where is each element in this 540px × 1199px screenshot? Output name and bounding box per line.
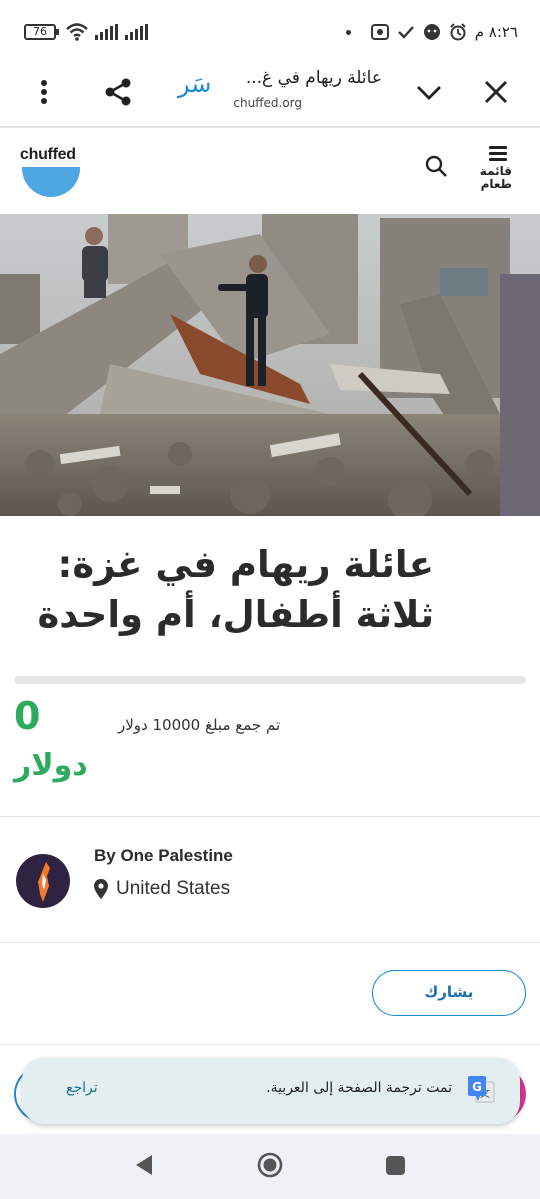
close-icon[interactable]	[482, 78, 510, 106]
translate-message: تمت ترجمة الصفحة إلى العربية.	[266, 1080, 452, 1096]
rubble-scene-image	[0, 214, 540, 516]
app-notification-icon	[423, 24, 440, 40]
raised-amount: 0	[14, 694, 41, 738]
chevron-down-icon[interactable]	[414, 78, 444, 106]
nav-home-icon[interactable]	[257, 1152, 283, 1178]
nav-recents-icon[interactable]	[386, 1156, 405, 1175]
system-nav-bar	[0, 1134, 540, 1199]
google-translate-icon: 文 G	[468, 1076, 495, 1103]
palestine-map-logo	[38, 862, 50, 902]
alarm-icon	[449, 23, 466, 41]
fundraising-progress-bar	[14, 676, 526, 684]
svg-text:G: G	[472, 1080, 482, 1094]
translate-snackbar: 文 G تمت ترجمة الصفحة إلى العربية. تراجع	[22, 1058, 520, 1124]
battery-icon: 76	[24, 24, 59, 40]
divider	[0, 942, 540, 943]
more-vert-icon[interactable]	[34, 76, 54, 108]
undo-translation-button[interactable]: تراجع	[66, 1080, 98, 1096]
signal-icon	[95, 24, 118, 40]
page-url[interactable]: chuffed.org	[233, 96, 302, 110]
brand-mark	[22, 167, 80, 197]
brand-logo[interactable]: chuffed	[20, 146, 80, 197]
browser-toolbar: سَر عائلة ريهام في غ... chuffed.org	[0, 62, 540, 128]
organizer-location-text: United States	[116, 878, 231, 899]
check-icon	[397, 26, 414, 39]
signal-icon	[125, 24, 148, 40]
organizer-name[interactable]: By One Palestine	[94, 846, 233, 866]
media-icon	[370, 24, 389, 40]
divider	[0, 816, 540, 817]
organizer-location: United States	[94, 878, 230, 900]
location-pin-icon	[94, 879, 108, 899]
page-title[interactable]: عائلة ريهام في غ...	[246, 68, 382, 88]
campaign-title: عائلة ريهام في غزة: ثلاثة أطفال، أم واحد…	[37, 543, 434, 636]
organizer-avatar[interactable]	[16, 854, 70, 908]
clock: ٨:٢٦ م	[474, 23, 518, 41]
dot-icon	[345, 29, 351, 35]
share-button[interactable]: يشارك	[372, 970, 526, 1016]
raised-currency: دولار	[14, 748, 88, 783]
search-icon[interactable]	[424, 154, 448, 178]
wifi-icon	[66, 23, 88, 41]
menu-icon	[489, 146, 507, 162]
status-right-group: ٨:٢٦ م	[345, 20, 518, 44]
menu-label: قائمة طعام	[479, 164, 512, 191]
site-header: chuffed قائمة طعام	[0, 128, 540, 214]
menu-button[interactable]: قائمة طعام	[479, 146, 512, 191]
divider	[0, 1044, 540, 1045]
status-bar: 76 ٨:٢٦ م	[0, 0, 540, 62]
campaign-hero-image	[0, 214, 540, 516]
site-favicon: سَر	[178, 70, 212, 98]
goal-text: تم جمع مبلغ 10000 دولار	[118, 716, 281, 734]
share-icon[interactable]	[102, 76, 134, 108]
battery-level: 76	[33, 25, 47, 38]
nav-back-icon[interactable]	[134, 1154, 154, 1176]
brand-name: chuffed	[20, 146, 76, 163]
